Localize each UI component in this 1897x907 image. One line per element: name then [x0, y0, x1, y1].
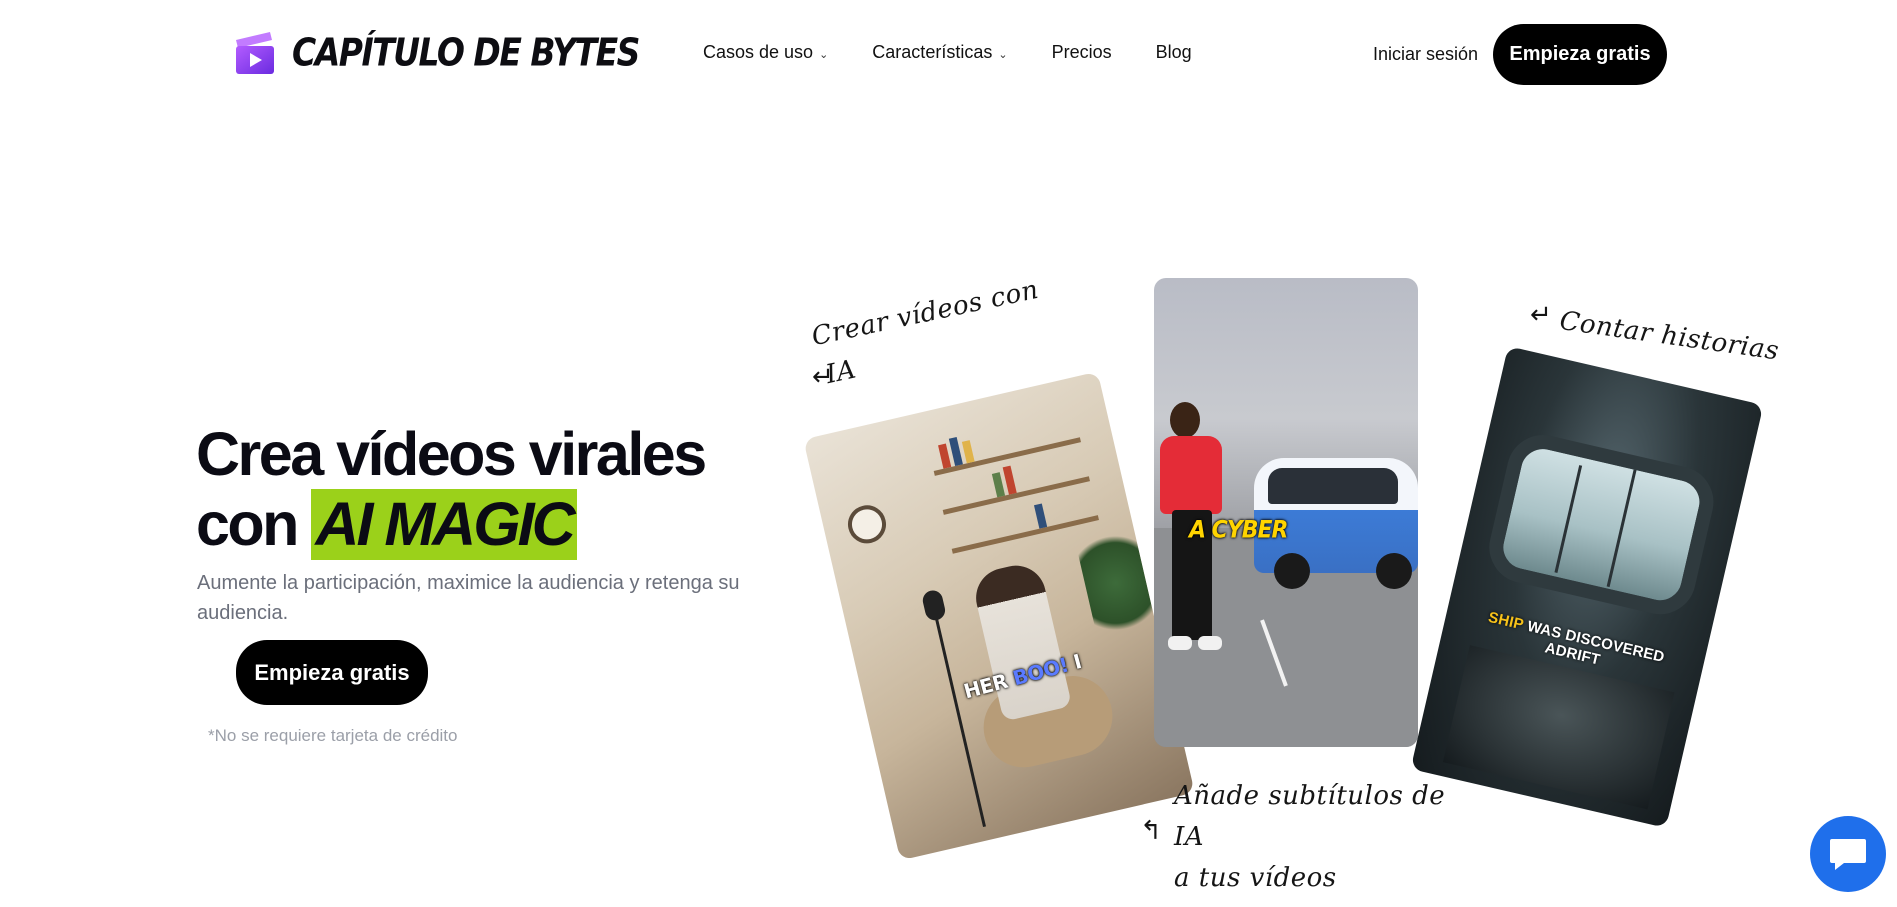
hero-title: Crea vídeos virales con AI MAGIC: [196, 420, 707, 560]
book: [961, 440, 975, 464]
chevron-down-icon: ⌄: [998, 48, 1008, 61]
play-clapper-icon: [236, 32, 274, 74]
book: [1002, 465, 1017, 495]
chevron-down-icon: ⌄: [819, 48, 829, 61]
hero-title-highlight: AI MAGIC: [311, 489, 577, 560]
login-link[interactable]: Iniciar sesión: [1373, 44, 1478, 65]
no-credit-card-note: *No se requiere tarjeta de crédito: [208, 726, 458, 745]
mic-stand-image: [931, 602, 986, 827]
shoe: [1198, 636, 1222, 650]
shoe: [1168, 636, 1192, 650]
nav-item-label: Características: [872, 42, 993, 62]
annotation-line: IA: [1174, 822, 1205, 852]
man-shirt-image: [1160, 436, 1222, 514]
curved-arrow-up-icon: ↰: [1140, 816, 1162, 846]
header-cta-button[interactable]: Empieza gratis: [1493, 24, 1667, 85]
hero-cta-button[interactable]: Empieza gratis: [236, 640, 428, 705]
nav-item-caracteristicas[interactable]: Características ⌄: [872, 42, 1007, 63]
hero-subtitle: Aumente la participación, maximice la au…: [197, 572, 740, 624]
brand-name: CAPÍTULO DE BYTES: [292, 29, 640, 75]
nav-item-label: Blog: [1155, 42, 1192, 62]
nav-item-blog[interactable]: Blog: [1156, 42, 1192, 63]
annotation-storytelling: Contar historias: [1557, 306, 1781, 367]
site-header: CAPÍTULO DE BYTES Casos de uso ⌄ Caracte…: [0, 0, 1897, 110]
van-window: [1268, 468, 1398, 504]
annotation-line: a tus vídeos: [1174, 863, 1337, 893]
man-head-image: [1170, 402, 1200, 438]
nav-item-precios[interactable]: Precios: [1052, 42, 1112, 63]
brand-logo[interactable]: CAPÍTULO DE BYTES: [230, 28, 640, 76]
caption-word-highlight: SHIP: [1486, 608, 1526, 634]
book: [991, 472, 1006, 498]
book: [1033, 503, 1048, 529]
nav-item-label: Precios: [1051, 42, 1112, 62]
annotation-create-videos: Crear vídeos con IA: [808, 270, 1051, 396]
nav-item-label: Casos de uso: [703, 42, 814, 62]
wheel: [1376, 553, 1412, 589]
video-card-subtitles[interactable]: A CYBER: [1154, 278, 1418, 747]
annotation-subtitles: Añade subtítulos de IA a tus vídeos: [1174, 776, 1445, 899]
chat-bubble-icon: [1830, 839, 1866, 870]
porthole-image: [1482, 427, 1721, 622]
clock-image: [844, 501, 890, 548]
microphone-image: [920, 588, 948, 623]
annotation-line: Añade subtítulos de: [1174, 781, 1446, 811]
wheel: [1274, 553, 1310, 589]
main-nav: Casos de uso ⌄ Características ⌄ Precios…: [703, 42, 1236, 63]
nav-item-casos-de-uso[interactable]: Casos de uso ⌄: [703, 42, 828, 63]
video-card-podcast[interactable]: HER BOO! I: [803, 371, 1195, 861]
book: [938, 443, 952, 469]
hero-title-prefix: con: [196, 490, 299, 558]
hero-title-line2: con AI MAGIC: [196, 489, 705, 560]
plant-image: [1072, 517, 1159, 649]
video-card-story[interactable]: SHIP WAS DISCOVERED ADRIFT: [1410, 346, 1764, 828]
caption-word: I: [1070, 649, 1084, 675]
hero-title-line1: Crea vídeos virales: [196, 420, 707, 488]
shelf: [942, 476, 1090, 515]
curved-arrow-icon: ↵: [1530, 300, 1552, 330]
chat-button[interactable]: [1810, 816, 1886, 892]
video-caption: A CYBER: [1189, 516, 1288, 545]
